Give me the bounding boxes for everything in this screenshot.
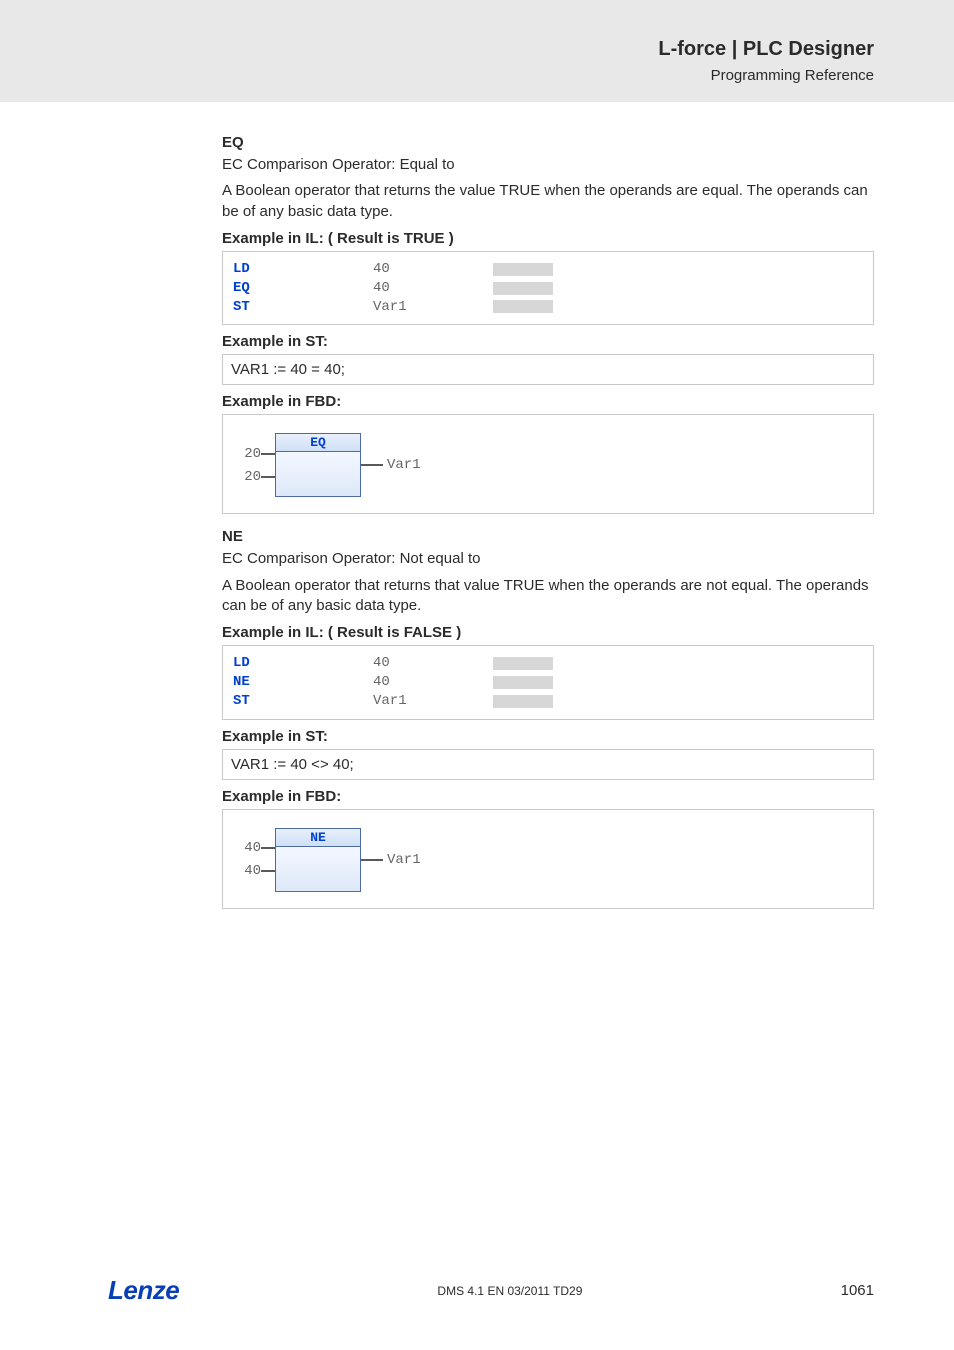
ne-desc-line2: A Boolean operator that returns that val… [222, 576, 874, 617]
eq-fbd-panel: 20 20 EQ Var1 [222, 414, 874, 514]
eq-st-code: VAR1 := 40 = 40; [231, 361, 345, 378]
il-arg: Var1 [373, 692, 493, 711]
ne-fbd-panel: 40 40 NE Var1 [222, 809, 874, 909]
il-row: EQ 40 [233, 279, 863, 298]
fbd-input-row: 40 [239, 838, 275, 858]
il-gray-box [493, 263, 553, 276]
fbd-inputs: 20 20 [239, 442, 275, 488]
fbd-out-label: Var1 [387, 457, 421, 473]
lenze-logo: Lenze [108, 1275, 179, 1306]
fbd-out-label: Var1 [387, 852, 421, 868]
connector-line-icon [261, 453, 275, 455]
fbd-output: Var1 [361, 852, 421, 868]
il-arg: 40 [373, 279, 493, 298]
connector-line-icon [261, 476, 275, 478]
fbd-block: EQ [275, 433, 361, 497]
il-op: ST [233, 692, 373, 711]
fbd-diagram: 40 40 NE Var1 [233, 818, 863, 900]
il-arg: Var1 [373, 298, 493, 317]
il-gray-box [493, 657, 553, 670]
eq-desc-line1: EC Comparison Operator: Equal to [222, 155, 874, 175]
eq-il-panel: LD 40 EQ 40 ST Var1 [222, 251, 874, 326]
il-row: LD 40 [233, 260, 863, 279]
fbd-input-row: 20 [239, 444, 275, 464]
fbd-in1-label: 40 [239, 840, 261, 856]
fbd-in2-label: 40 [239, 863, 261, 879]
ne-st-panel: VAR1 := 40 <> 40; [222, 749, 874, 780]
connector-line-icon [361, 859, 383, 861]
il-row: LD 40 [233, 654, 863, 673]
content-area: EQ EC Comparison Operator: Equal to A Bo… [0, 102, 954, 909]
connector-line-icon [261, 870, 275, 872]
header-band: L-force | PLC Designer Programming Refer… [0, 0, 954, 102]
ne-il-panel: LD 40 NE 40 ST Var1 [222, 645, 874, 720]
eq-st-panel: VAR1 := 40 = 40; [222, 354, 874, 385]
il-op: ST [233, 298, 373, 317]
il-row: ST Var1 [233, 298, 863, 317]
doc-title: L-force | PLC Designer [0, 38, 874, 61]
doc-subtitle: Programming Reference [0, 67, 874, 84]
fbd-in1-label: 20 [239, 446, 261, 462]
il-op: LD [233, 260, 373, 279]
eq-desc-line2: A Boolean operator that returns the valu… [222, 181, 874, 222]
il-row: NE 40 [233, 673, 863, 692]
fbd-inputs: 40 40 [239, 837, 275, 883]
connector-line-icon [361, 464, 383, 466]
footer-page-number: 1061 [841, 1282, 874, 1299]
il-gray-box [493, 676, 553, 689]
eq-il-head: Example in IL: ( Result is TRUE ) [222, 230, 874, 247]
ne-st-head: Example in ST: [222, 728, 874, 745]
il-gray-box [493, 695, 553, 708]
fbd-block-title: EQ [275, 433, 361, 451]
il-op: LD [233, 654, 373, 673]
fbd-in2-label: 20 [239, 469, 261, 485]
fbd-input-row: 20 [239, 467, 275, 487]
fbd-block-body [275, 846, 361, 892]
il-op: NE [233, 673, 373, 692]
footer-docid: DMS 4.1 EN 03/2011 TD29 [437, 1284, 582, 1298]
fbd-output: Var1 [361, 457, 421, 473]
connector-line-icon [261, 847, 275, 849]
eq-st-head: Example in ST: [222, 333, 874, 350]
ne-il-head: Example in IL: ( Result is FALSE ) [222, 624, 874, 641]
fbd-block-body [275, 451, 361, 497]
ne-desc-line1: EC Comparison Operator: Not equal to [222, 549, 874, 569]
il-arg: 40 [373, 260, 493, 279]
il-row: ST Var1 [233, 692, 863, 711]
fbd-diagram: 20 20 EQ Var1 [233, 423, 863, 505]
il-gray-box [493, 300, 553, 313]
fbd-input-row: 40 [239, 861, 275, 881]
ne-st-code: VAR1 := 40 <> 40; [231, 756, 354, 773]
ne-fbd-head: Example in FBD: [222, 788, 874, 805]
il-op: EQ [233, 279, 373, 298]
il-arg: 40 [373, 673, 493, 692]
fbd-block-title: NE [275, 828, 361, 846]
ne-heading: NE [222, 528, 874, 545]
eq-heading: EQ [222, 134, 874, 151]
il-gray-box [493, 282, 553, 295]
eq-fbd-head: Example in FBD: [222, 393, 874, 410]
il-arg: 40 [373, 654, 493, 673]
fbd-block: NE [275, 828, 361, 892]
page: L-force | PLC Designer Programming Refer… [0, 0, 954, 1350]
footer: Lenze DMS 4.1 EN 03/2011 TD29 1061 [0, 1275, 954, 1306]
